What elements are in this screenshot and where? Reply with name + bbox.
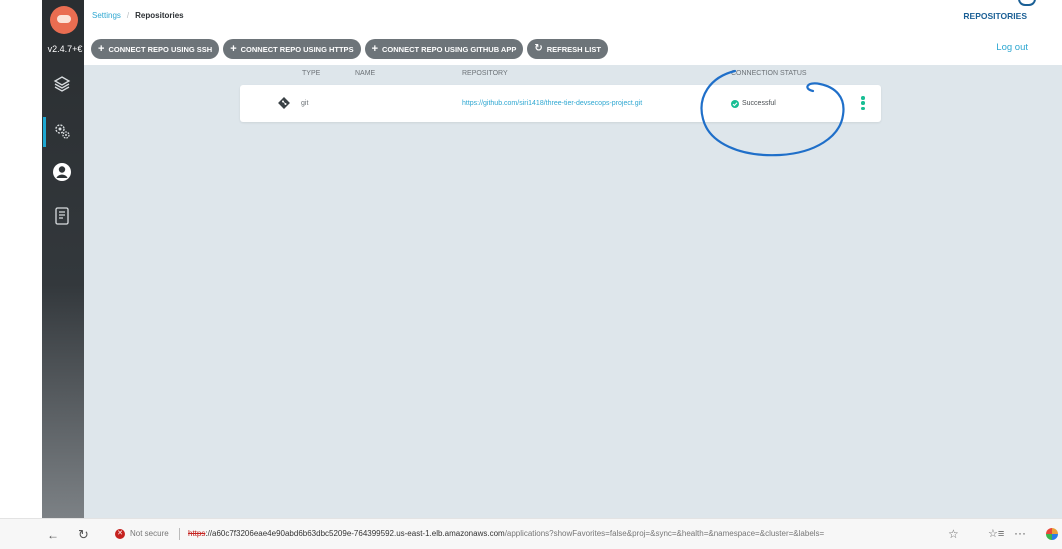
connect-ssh-label: CONNECT REPO USING SSH [108,44,213,54]
refresh-icon: ↻ [534,43,543,54]
browser-address-bar: ← ↻ ✕ Not secure https://a60c7f3206eae4e… [0,518,1062,549]
refresh-list-button[interactable]: ↻ REFRESH LIST [527,39,608,59]
logout-link[interactable]: Log out [996,42,1028,53]
url-field[interactable]: https://a60c7f3206eae4e90abd6b63dbc5209e… [188,529,898,538]
connection-status: Successful [742,100,776,107]
sidebar-item-user[interactable] [50,160,74,184]
layers-icon [53,76,71,92]
git-icon [278,97,290,109]
security-status[interactable]: Not secure [130,529,169,538]
connect-https-label: CONNECT REPO USING HTTPS [240,44,354,54]
copilot-icon[interactable] [1046,528,1058,540]
url-host: ://a60c7f3206eae4e90abd6b63dbc5209e-7643… [205,529,505,538]
refresh-list-label: REFRESH LIST [546,44,601,54]
url-path: /applications?showFavorites=false&proj=&… [504,529,825,538]
sidebar-item-settings[interactable] [50,119,74,143]
favorites-icon[interactable]: ☆≡ [988,527,1004,540]
connect-github-app-button[interactable]: + CONNECT REPO USING GITHUB APP [364,39,524,59]
connect-github-app-label: CONNECT REPO USING GITHUB APP [382,44,517,54]
repo-url-link[interactable]: https://github.com/siri1418/three-tier-d… [462,100,642,107]
breadcrumb: Settings / Repositories [92,11,184,20]
column-header-type: TYPE [302,70,321,77]
argo-logo[interactable] [50,6,78,34]
column-header-connection-status: CONNECTION STATUS [731,70,807,77]
column-header-repository: REPOSITORY [462,70,508,77]
breadcrumb-separator: / [126,11,130,20]
title-icon [1018,0,1036,6]
docs-icon [55,207,69,225]
sidebar-item-applications[interactable] [50,72,74,96]
more-icon[interactable]: ··· [1014,526,1026,540]
row-actions-menu-icon[interactable] [860,96,866,112]
column-header-name: NAME [355,70,376,77]
star-icon[interactable]: ☆ [948,527,959,541]
connect-ssh-button[interactable]: + CONNECT REPO USING SSH [91,39,220,59]
plus-icon: + [371,42,379,55]
address-divider [179,528,180,540]
check-circle-icon [731,100,739,108]
gears-icon [55,124,70,139]
user-icon [53,163,71,181]
url-protocol: https [188,529,206,538]
not-secure-icon: ✕ [115,529,125,539]
repo-type: git [301,100,309,107]
plus-icon: + [230,42,237,55]
breadcrumb-current: Repositories [135,11,184,20]
sidebar-item-docs[interactable] [50,204,74,228]
active-nav-indicator [43,117,46,147]
reload-icon[interactable]: ↻ [78,527,89,543]
breadcrumb-settings-link[interactable]: Settings [92,11,121,20]
version-label: v2.4.7+€ [47,44,83,54]
connect-https-button[interactable]: + CONNECT REPO USING HTTPS [223,39,361,59]
page-title: REPOSITORIES [963,11,1027,21]
table-row[interactable]: git https://github.com/siri1418/three-ti… [240,85,881,122]
back-arrow-icon[interactable]: ← [47,528,59,542]
content-area [84,65,1062,518]
toolbar: + CONNECT REPO USING SSH + CONNECT REPO US… [91,39,608,59]
plus-icon: + [98,42,105,55]
